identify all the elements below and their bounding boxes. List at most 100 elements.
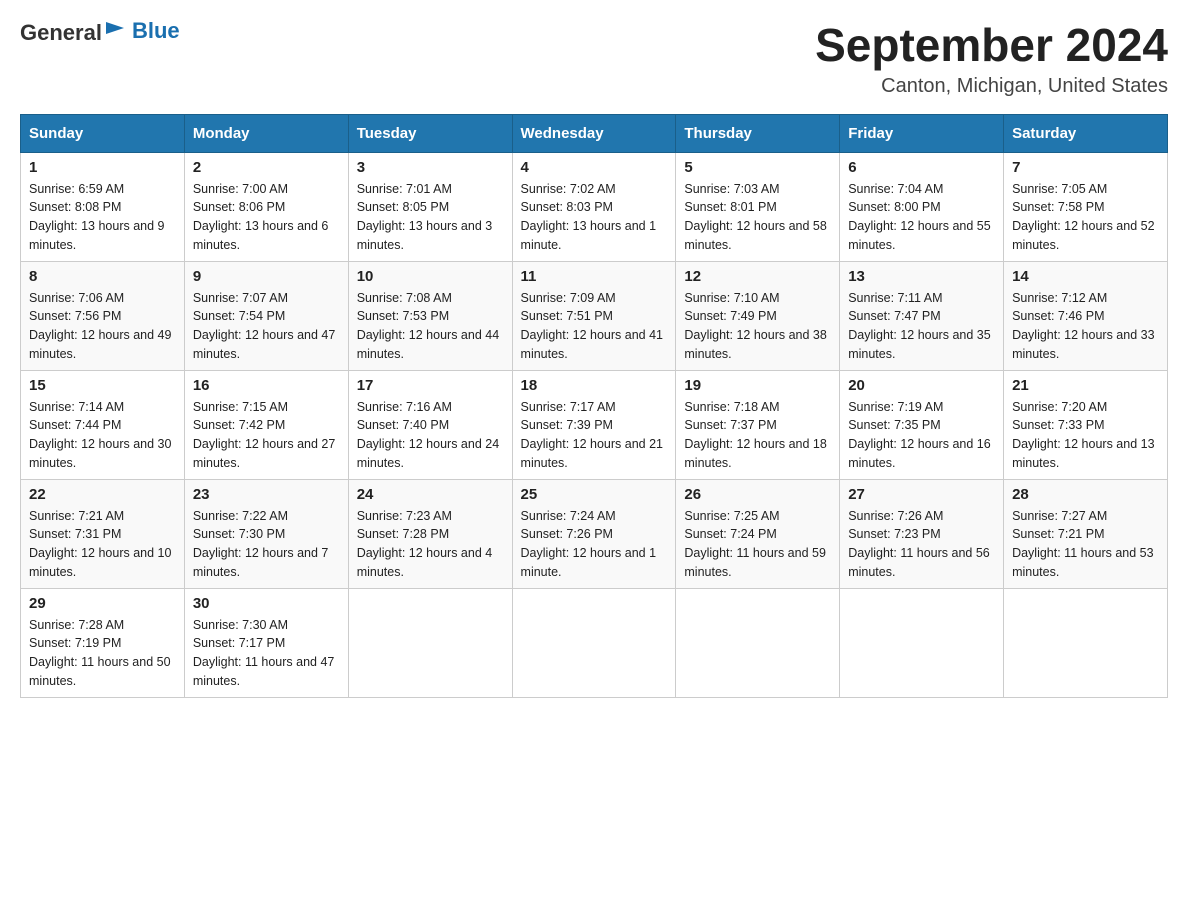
day-number: 16	[193, 377, 340, 394]
day-number: 11	[521, 268, 668, 285]
calendar-cell: 5 Sunrise: 7:03 AM Sunset: 8:01 PM Dayli…	[676, 152, 840, 261]
day-info: Sunrise: 7:09 AM Sunset: 7:51 PM Dayligh…	[521, 289, 668, 364]
calendar-cell: 15 Sunrise: 7:14 AM Sunset: 7:44 PM Dayl…	[21, 370, 185, 479]
day-info: Sunrise: 7:17 AM Sunset: 7:39 PM Dayligh…	[521, 398, 668, 473]
header-saturday: Saturday	[1004, 114, 1168, 152]
day-info: Sunrise: 7:05 AM Sunset: 7:58 PM Dayligh…	[1012, 180, 1159, 255]
calendar-cell	[348, 588, 512, 697]
calendar-cell: 8 Sunrise: 7:06 AM Sunset: 7:56 PM Dayli…	[21, 261, 185, 370]
calendar-cell: 16 Sunrise: 7:15 AM Sunset: 7:42 PM Dayl…	[184, 370, 348, 479]
logo-general-text: General	[20, 20, 102, 46]
calendar-cell: 26 Sunrise: 7:25 AM Sunset: 7:24 PM Dayl…	[676, 479, 840, 588]
day-info: Sunrise: 7:12 AM Sunset: 7:46 PM Dayligh…	[1012, 289, 1159, 364]
day-info: Sunrise: 7:24 AM Sunset: 7:26 PM Dayligh…	[521, 507, 668, 582]
day-number: 9	[193, 268, 340, 285]
calendar-cell: 17 Sunrise: 7:16 AM Sunset: 7:40 PM Dayl…	[348, 370, 512, 479]
calendar-cell	[1004, 588, 1168, 697]
calendar-cell: 18 Sunrise: 7:17 AM Sunset: 7:39 PM Dayl…	[512, 370, 676, 479]
day-number: 30	[193, 595, 340, 612]
calendar-cell: 11 Sunrise: 7:09 AM Sunset: 7:51 PM Dayl…	[512, 261, 676, 370]
day-number: 22	[29, 486, 176, 503]
calendar-cell: 20 Sunrise: 7:19 AM Sunset: 7:35 PM Dayl…	[840, 370, 1004, 479]
day-info: Sunrise: 6:59 AM Sunset: 8:08 PM Dayligh…	[29, 180, 176, 255]
day-number: 4	[521, 159, 668, 176]
logo-flag-icon	[104, 20, 126, 42]
day-number: 25	[521, 486, 668, 503]
day-number: 15	[29, 377, 176, 394]
calendar-table: SundayMondayTuesdayWednesdayThursdayFrid…	[20, 114, 1168, 698]
calendar-header-row: SundayMondayTuesdayWednesdayThursdayFrid…	[21, 114, 1168, 152]
calendar-week-row: 15 Sunrise: 7:14 AM Sunset: 7:44 PM Dayl…	[21, 370, 1168, 479]
day-info: Sunrise: 7:19 AM Sunset: 7:35 PM Dayligh…	[848, 398, 995, 473]
day-info: Sunrise: 7:15 AM Sunset: 7:42 PM Dayligh…	[193, 398, 340, 473]
calendar-cell: 22 Sunrise: 7:21 AM Sunset: 7:31 PM Dayl…	[21, 479, 185, 588]
location-text: Canton, Michigan, United States	[815, 75, 1168, 98]
calendar-cell: 7 Sunrise: 7:05 AM Sunset: 7:58 PM Dayli…	[1004, 152, 1168, 261]
day-info: Sunrise: 7:22 AM Sunset: 7:30 PM Dayligh…	[193, 507, 340, 582]
day-info: Sunrise: 7:16 AM Sunset: 7:40 PM Dayligh…	[357, 398, 504, 473]
day-number: 19	[684, 377, 831, 394]
day-info: Sunrise: 7:03 AM Sunset: 8:01 PM Dayligh…	[684, 180, 831, 255]
day-info: Sunrise: 7:08 AM Sunset: 7:53 PM Dayligh…	[357, 289, 504, 364]
header-friday: Friday	[840, 114, 1004, 152]
header-tuesday: Tuesday	[348, 114, 512, 152]
logo-blue-text: Blue	[132, 18, 180, 44]
calendar-cell: 29 Sunrise: 7:28 AM Sunset: 7:19 PM Dayl…	[21, 588, 185, 697]
day-number: 21	[1012, 377, 1159, 394]
header-thursday: Thursday	[676, 114, 840, 152]
calendar-cell: 28 Sunrise: 7:27 AM Sunset: 7:21 PM Dayl…	[1004, 479, 1168, 588]
day-info: Sunrise: 7:20 AM Sunset: 7:33 PM Dayligh…	[1012, 398, 1159, 473]
day-number: 27	[848, 486, 995, 503]
day-info: Sunrise: 7:28 AM Sunset: 7:19 PM Dayligh…	[29, 616, 176, 691]
calendar-cell: 27 Sunrise: 7:26 AM Sunset: 7:23 PM Dayl…	[840, 479, 1004, 588]
day-info: Sunrise: 7:02 AM Sunset: 8:03 PM Dayligh…	[521, 180, 668, 255]
day-info: Sunrise: 7:30 AM Sunset: 7:17 PM Dayligh…	[193, 616, 340, 691]
calendar-cell: 9 Sunrise: 7:07 AM Sunset: 7:54 PM Dayli…	[184, 261, 348, 370]
header-wednesday: Wednesday	[512, 114, 676, 152]
header-sunday: Sunday	[21, 114, 185, 152]
calendar-cell: 1 Sunrise: 6:59 AM Sunset: 8:08 PM Dayli…	[21, 152, 185, 261]
calendar-cell: 19 Sunrise: 7:18 AM Sunset: 7:37 PM Dayl…	[676, 370, 840, 479]
day-number: 23	[193, 486, 340, 503]
calendar-cell: 3 Sunrise: 7:01 AM Sunset: 8:05 PM Dayli…	[348, 152, 512, 261]
day-number: 26	[684, 486, 831, 503]
day-info: Sunrise: 7:01 AM Sunset: 8:05 PM Dayligh…	[357, 180, 504, 255]
day-number: 28	[1012, 486, 1159, 503]
day-number: 18	[521, 377, 668, 394]
logo: General Blue	[20, 20, 180, 46]
calendar-cell: 23 Sunrise: 7:22 AM Sunset: 7:30 PM Dayl…	[184, 479, 348, 588]
day-number: 8	[29, 268, 176, 285]
day-info: Sunrise: 7:21 AM Sunset: 7:31 PM Dayligh…	[29, 507, 176, 582]
day-number: 1	[29, 159, 176, 176]
calendar-cell: 12 Sunrise: 7:10 AM Sunset: 7:49 PM Dayl…	[676, 261, 840, 370]
calendar-week-row: 29 Sunrise: 7:28 AM Sunset: 7:19 PM Dayl…	[21, 588, 1168, 697]
day-number: 29	[29, 595, 176, 612]
day-number: 5	[684, 159, 831, 176]
day-info: Sunrise: 7:23 AM Sunset: 7:28 PM Dayligh…	[357, 507, 504, 582]
day-info: Sunrise: 7:26 AM Sunset: 7:23 PM Dayligh…	[848, 507, 995, 582]
day-number: 17	[357, 377, 504, 394]
day-number: 3	[357, 159, 504, 176]
day-info: Sunrise: 7:11 AM Sunset: 7:47 PM Dayligh…	[848, 289, 995, 364]
day-number: 14	[1012, 268, 1159, 285]
day-number: 24	[357, 486, 504, 503]
day-info: Sunrise: 7:25 AM Sunset: 7:24 PM Dayligh…	[684, 507, 831, 582]
calendar-week-row: 8 Sunrise: 7:06 AM Sunset: 7:56 PM Dayli…	[21, 261, 1168, 370]
day-info: Sunrise: 7:00 AM Sunset: 8:06 PM Dayligh…	[193, 180, 340, 255]
calendar-week-row: 1 Sunrise: 6:59 AM Sunset: 8:08 PM Dayli…	[21, 152, 1168, 261]
day-number: 13	[848, 268, 995, 285]
day-info: Sunrise: 7:27 AM Sunset: 7:21 PM Dayligh…	[1012, 507, 1159, 582]
header-monday: Monday	[184, 114, 348, 152]
calendar-cell	[676, 588, 840, 697]
calendar-cell: 10 Sunrise: 7:08 AM Sunset: 7:53 PM Dayl…	[348, 261, 512, 370]
calendar-cell: 6 Sunrise: 7:04 AM Sunset: 8:00 PM Dayli…	[840, 152, 1004, 261]
calendar-cell: 30 Sunrise: 7:30 AM Sunset: 7:17 PM Dayl…	[184, 588, 348, 697]
calendar-cell: 14 Sunrise: 7:12 AM Sunset: 7:46 PM Dayl…	[1004, 261, 1168, 370]
title-block: September 2024 Canton, Michigan, United …	[815, 20, 1168, 98]
day-info: Sunrise: 7:10 AM Sunset: 7:49 PM Dayligh…	[684, 289, 831, 364]
calendar-cell	[512, 588, 676, 697]
calendar-week-row: 22 Sunrise: 7:21 AM Sunset: 7:31 PM Dayl…	[21, 479, 1168, 588]
month-title: September 2024	[815, 20, 1168, 71]
day-number: 20	[848, 377, 995, 394]
day-number: 7	[1012, 159, 1159, 176]
